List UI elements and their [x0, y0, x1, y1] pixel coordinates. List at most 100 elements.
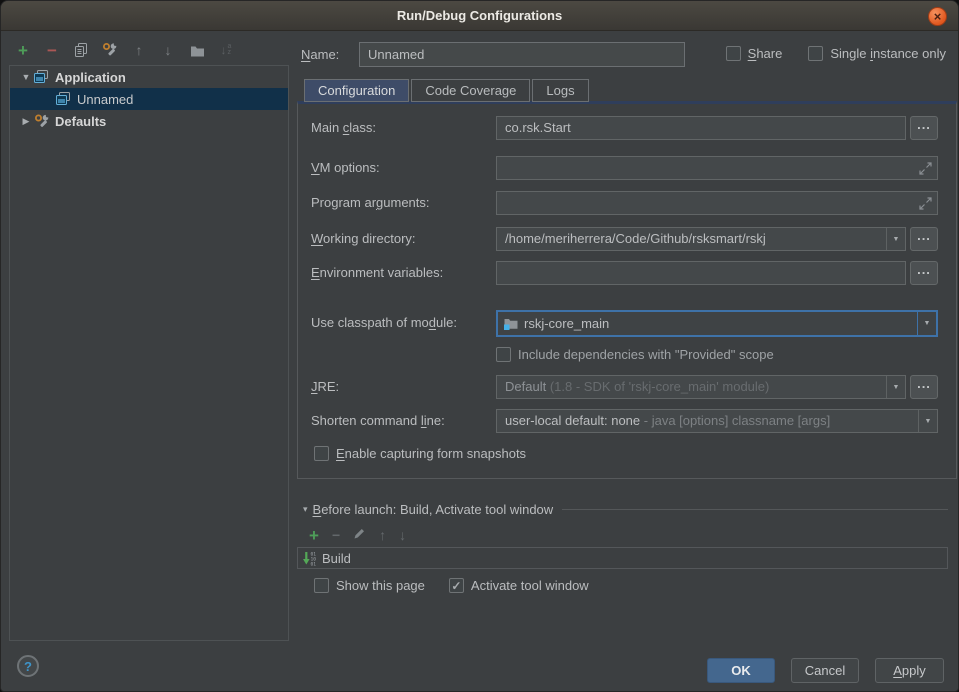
tree-item-application[interactable]: ▼ Application	[10, 66, 288, 88]
wrench-icon	[102, 42, 118, 58]
working-directory-browse-button[interactable]: ...	[910, 227, 938, 251]
close-button[interactable]: ×	[928, 7, 947, 26]
remove-task-button[interactable]: −	[332, 528, 340, 543]
shorten-command-line-combobox[interactable]: user-local default: none - java [options…	[496, 409, 938, 433]
shorten-dropdown-button[interactable]: ▼	[918, 410, 937, 432]
environment-variables-input[interactable]	[496, 261, 906, 285]
capture-snapshots-option: Enable capturing form snapshots	[314, 446, 526, 461]
ellipsis-icon: ...	[917, 262, 931, 277]
task-up-button[interactable]: ↑	[379, 528, 386, 543]
add-configuration-button[interactable]: +	[15, 42, 31, 58]
before-launch-title: Before launch: Build, Activate tool wind…	[313, 502, 554, 517]
top-checkboxes: Share Single instance only	[726, 46, 946, 61]
ellipsis-icon: ...	[917, 228, 931, 243]
jre-dropdown-button[interactable]: ▼	[886, 376, 905, 398]
minus-icon: −	[47, 42, 57, 59]
tree-item-label: Application	[55, 70, 126, 85]
working-directory-dropdown-button[interactable]: ▼	[886, 228, 905, 250]
move-up-button[interactable]: ↑	[131, 42, 147, 58]
folder-icon	[190, 44, 205, 57]
use-classpath-value: rskj-core_main	[524, 316, 609, 331]
environment-variables-label: Environment variables:	[311, 261, 443, 285]
tab-bar: Configuration Code Coverage Logs	[304, 79, 589, 102]
before-launch-header[interactable]: ▾ Before launch: Build, Activate tool wi…	[303, 502, 948, 517]
arrow-down-icon: ↓	[165, 43, 172, 57]
configurations-tree: ▼ Application Unnamed ▶	[9, 65, 289, 641]
sort-configurations-button[interactable]: ↓ a z	[218, 42, 234, 58]
configurations-toolbar: + − ↑ ↓ ↓	[15, 40, 234, 60]
check-icon: ✓	[451, 580, 461, 592]
tab-logs[interactable]: Logs	[532, 79, 588, 102]
main-class-label: Main class:	[311, 116, 376, 140]
share-option: Share	[726, 46, 783, 61]
working-directory-input[interactable]: /home/meriherrera/Code/Github/rsksmart/r…	[496, 227, 906, 251]
collapse-arrow-icon[interactable]: ▾	[303, 504, 308, 515]
chevron-down-icon: ▼	[925, 418, 932, 425]
ellipsis-icon: ...	[917, 117, 931, 132]
close-icon: ×	[934, 10, 942, 23]
expand-field-icon[interactable]	[919, 197, 932, 210]
tree-item-label: Defaults	[55, 114, 106, 129]
include-provided-label: Include dependencies with "Provided" sco…	[518, 347, 774, 362]
tree-item-defaults[interactable]: ▶ Defaults	[10, 110, 288, 132]
collapse-arrow-icon[interactable]: ▶	[18, 116, 34, 127]
edit-task-button[interactable]	[353, 527, 366, 543]
capture-snapshots-checkbox[interactable]	[314, 446, 329, 461]
cancel-button[interactable]: Cancel	[791, 658, 859, 683]
vm-options-input[interactable]	[496, 156, 938, 180]
header-rule	[562, 509, 948, 510]
name-input[interactable]: Unnamed	[359, 42, 685, 67]
tab-configuration[interactable]: Configuration	[304, 79, 409, 102]
move-down-button[interactable]: ↓	[160, 42, 176, 58]
include-provided-option: Include dependencies with "Provided" sco…	[496, 347, 774, 362]
expand-field-icon[interactable]	[919, 162, 932, 175]
create-folder-button[interactable]	[189, 42, 205, 58]
run-debug-configurations-dialog: Run/Debug Configurations × + − ↑ ↓	[0, 0, 959, 692]
window-title: Run/Debug Configurations	[1, 1, 958, 30]
environment-variables-browse-button[interactable]: ...	[910, 261, 938, 285]
include-provided-checkbox[interactable]	[496, 347, 511, 362]
activate-tool-window-checkbox[interactable]: ✓	[449, 578, 464, 593]
copy-icon	[74, 43, 88, 57]
tree-item-unnamed[interactable]: Unnamed	[10, 88, 288, 110]
program-arguments-input[interactable]	[496, 191, 938, 215]
before-launch-task-build[interactable]: 01 10 01 Build	[297, 547, 948, 569]
show-this-page-checkbox[interactable]	[314, 578, 329, 593]
help-button[interactable]: ?	[17, 655, 39, 677]
task-down-button[interactable]: ↓	[399, 528, 406, 543]
activate-tool-window-label: Activate tool window	[471, 578, 589, 593]
use-classpath-combobox[interactable]: rskj-core_main ▼	[496, 310, 938, 337]
application-icon	[56, 92, 72, 107]
apply-button[interactable]: Apply	[875, 658, 944, 683]
plus-icon: +	[18, 42, 28, 59]
capture-snapshots-label: Enable capturing form snapshots	[336, 446, 526, 461]
main-class-input[interactable]: co.rsk.Start	[496, 116, 906, 140]
main-class-browse-button[interactable]: ...	[910, 116, 938, 140]
use-classpath-label: Use classpath of module:	[311, 311, 457, 335]
remove-configuration-button[interactable]: −	[44, 42, 60, 58]
add-task-button[interactable]: +	[309, 527, 319, 544]
show-this-page-option: Show this page	[314, 578, 425, 593]
module-icon	[504, 317, 518, 330]
use-classpath-dropdown-button[interactable]: ▼	[917, 312, 936, 335]
titlebar[interactable]: Run/Debug Configurations ×	[1, 1, 958, 31]
ok-button[interactable]: OK	[707, 658, 775, 683]
jre-label: JRE:	[311, 375, 339, 399]
name-value: Unnamed	[368, 47, 424, 62]
single-instance-checkbox[interactable]	[808, 46, 823, 61]
jre-combobox[interactable]: Default (1.8 - SDK of 'rskj-core_main' m…	[496, 375, 906, 399]
jre-browse-button[interactable]: ...	[910, 375, 938, 399]
defaults-wrench-icon	[34, 114, 50, 129]
shorten-command-line-label: Shorten command line:	[311, 409, 445, 433]
before-launch-toolbar: + − ↑ ↓	[309, 526, 406, 544]
expand-arrow-icon[interactable]: ▼	[18, 72, 34, 82]
pencil-icon	[353, 527, 366, 540]
before-launch-checkboxes: Show this page ✓ Activate tool window	[314, 578, 589, 593]
copy-configuration-button[interactable]	[73, 42, 89, 58]
tree-item-label: Unnamed	[77, 92, 133, 107]
edit-defaults-button[interactable]	[102, 42, 118, 58]
tab-code-coverage[interactable]: Code Coverage	[411, 79, 530, 102]
working-directory-label: Working directory:	[311, 227, 416, 251]
chevron-down-icon: ▼	[893, 236, 900, 243]
share-checkbox[interactable]	[726, 46, 741, 61]
